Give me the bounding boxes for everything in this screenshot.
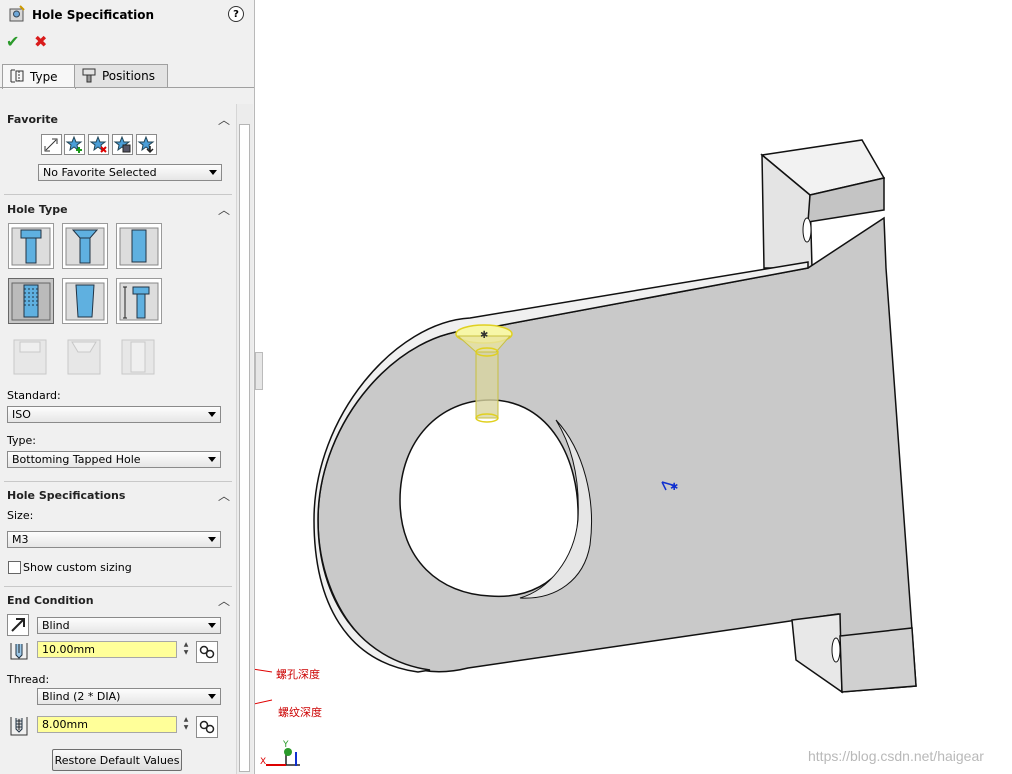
cancel-button[interactable]: ✖ bbox=[34, 32, 47, 51]
countersink-icon[interactable] bbox=[62, 223, 108, 269]
countersink-slot-icon bbox=[62, 334, 108, 380]
thread-depth-input[interactable]: 8.00mm bbox=[37, 716, 177, 733]
tab-positions[interactable]: Positions bbox=[74, 64, 168, 87]
tab-positions-label: Positions bbox=[102, 69, 155, 83]
pipe-tap-icon[interactable] bbox=[62, 278, 108, 324]
type-tab-icon bbox=[9, 68, 25, 87]
tab-divider bbox=[0, 87, 254, 88]
hole-depth-annotation: 螺孔深度 bbox=[276, 668, 320, 681]
dropdown-arrow-icon bbox=[208, 412, 216, 417]
link-thread-depth-icon[interactable] bbox=[196, 716, 218, 738]
help-icon[interactable]: ? bbox=[228, 6, 244, 22]
hole-type-section-title: Hole Type bbox=[7, 203, 68, 216]
standard-select-value: ISO bbox=[12, 408, 31, 421]
apply-favorite-icon[interactable] bbox=[41, 134, 62, 155]
thread-select[interactable]: Blind (2 * DIA) bbox=[37, 688, 221, 705]
bracket-bottom-front bbox=[839, 627, 917, 693]
bore-hole bbox=[399, 399, 579, 598]
panel-scrollbar[interactable] bbox=[236, 104, 253, 774]
dropdown-arrow-icon bbox=[208, 537, 216, 542]
hole-depth-arrow bbox=[255, 668, 273, 673]
chevron-up-icon[interactable]: ︿ bbox=[218, 592, 230, 609]
dropdown-arrow-icon bbox=[208, 694, 216, 699]
standard-select[interactable]: ISO bbox=[7, 406, 221, 423]
slot-icon bbox=[116, 334, 162, 380]
triad-y-label: Y bbox=[283, 740, 289, 750]
dropdown-arrow-icon bbox=[208, 457, 216, 462]
add-favorite-icon[interactable] bbox=[64, 134, 85, 155]
hole-spec-section-title: Hole Specifications bbox=[7, 489, 126, 502]
hole-depth-spinner[interactable]: ▲ ▼ bbox=[181, 641, 191, 658]
tab-type[interactable]: Type bbox=[2, 64, 76, 89]
graphics-area[interactable]: ✱ ✱ X Y bbox=[255, 0, 1012, 774]
hole-icon[interactable] bbox=[116, 223, 162, 269]
panel-title-text: Hole Specification bbox=[32, 8, 155, 22]
hole-depth-input[interactable]: 10.00mm bbox=[37, 641, 177, 658]
counterbore-slot-icon bbox=[8, 334, 54, 380]
ok-button[interactable]: ✔ bbox=[6, 32, 19, 51]
counterbore-icon[interactable] bbox=[8, 223, 54, 269]
section-divider bbox=[4, 586, 232, 587]
load-favorite-icon[interactable] bbox=[136, 134, 157, 155]
thread-depth-arrow bbox=[255, 699, 273, 705]
link-depth-icon[interactable] bbox=[196, 641, 218, 663]
panel-title: Hole Specification bbox=[8, 4, 155, 26]
hole-preview-shaft bbox=[475, 351, 499, 419]
size-label: Size: bbox=[7, 509, 34, 522]
hole-wizard-icon bbox=[8, 4, 26, 26]
legacy-hole-icon[interactable] bbox=[116, 278, 162, 324]
model-view: ✱ ✱ bbox=[255, 139, 917, 766]
type-select-value: Bottoming Tapped Hole bbox=[12, 453, 141, 466]
origin-asterisk-icon: ✱ bbox=[670, 482, 678, 493]
section-divider bbox=[4, 194, 232, 195]
restore-defaults-button[interactable]: Restore Default Values bbox=[52, 749, 182, 771]
end-condition-section-title: End Condition bbox=[7, 594, 94, 607]
thread-select-value: Blind (2 * DIA) bbox=[42, 690, 121, 703]
favorite-section-title: Favorite bbox=[7, 113, 58, 126]
tab-bar: Type Positions bbox=[0, 64, 254, 89]
delete-favorite-icon[interactable] bbox=[88, 134, 109, 155]
type-label: Type: bbox=[7, 434, 36, 447]
type-select[interactable]: Bottoming Tapped Hole bbox=[7, 451, 221, 468]
watermark: https://blog.csdn.net/haigear bbox=[808, 748, 984, 764]
positions-tab-icon bbox=[81, 67, 97, 86]
dropdown-arrow-icon bbox=[208, 623, 216, 628]
tab-type-label: Type bbox=[30, 70, 58, 84]
bracket-hole-top bbox=[802, 217, 812, 243]
thread-depth-icon bbox=[7, 715, 31, 740]
reverse-direction-icon[interactable] bbox=[7, 614, 29, 636]
chevron-up-icon[interactable]: ︿ bbox=[218, 111, 230, 128]
dropdown-arrow-icon bbox=[209, 170, 217, 175]
favorite-select[interactable]: No Favorite Selected bbox=[38, 164, 222, 181]
bracket-hole-bottom bbox=[831, 637, 841, 663]
size-select-value: M3 bbox=[12, 533, 29, 546]
standard-label: Standard: bbox=[7, 389, 61, 402]
hole-center-mark: ✱ bbox=[480, 330, 488, 341]
favorite-select-value: No Favorite Selected bbox=[43, 166, 157, 179]
size-select[interactable]: M3 bbox=[7, 531, 221, 548]
triad-x-label: X bbox=[260, 757, 267, 767]
thread-depth-annotation: 螺纹深度 bbox=[278, 706, 322, 719]
section-divider bbox=[4, 481, 232, 482]
chevron-up-icon[interactable]: ︿ bbox=[218, 487, 230, 504]
end-condition-select[interactable]: Blind bbox=[37, 617, 221, 634]
custom-sizing-checkbox[interactable] bbox=[8, 561, 21, 574]
hole-depth-icon bbox=[7, 641, 31, 664]
tapped-hole-icon[interactable] bbox=[8, 278, 54, 324]
chevron-up-icon[interactable]: ︿ bbox=[218, 201, 230, 218]
thread-depth-spinner[interactable]: ▲ ▼ bbox=[181, 716, 191, 733]
save-favorite-icon[interactable] bbox=[112, 134, 133, 155]
custom-sizing-label: Show custom sizing bbox=[23, 561, 132, 574]
thread-label: Thread: bbox=[7, 673, 50, 686]
property-manager: Hole Specification ? ✔ ✖ Type Positions … bbox=[0, 0, 255, 774]
scrollbar-thumb[interactable] bbox=[239, 124, 250, 772]
end-condition-select-value: Blind bbox=[42, 619, 70, 632]
